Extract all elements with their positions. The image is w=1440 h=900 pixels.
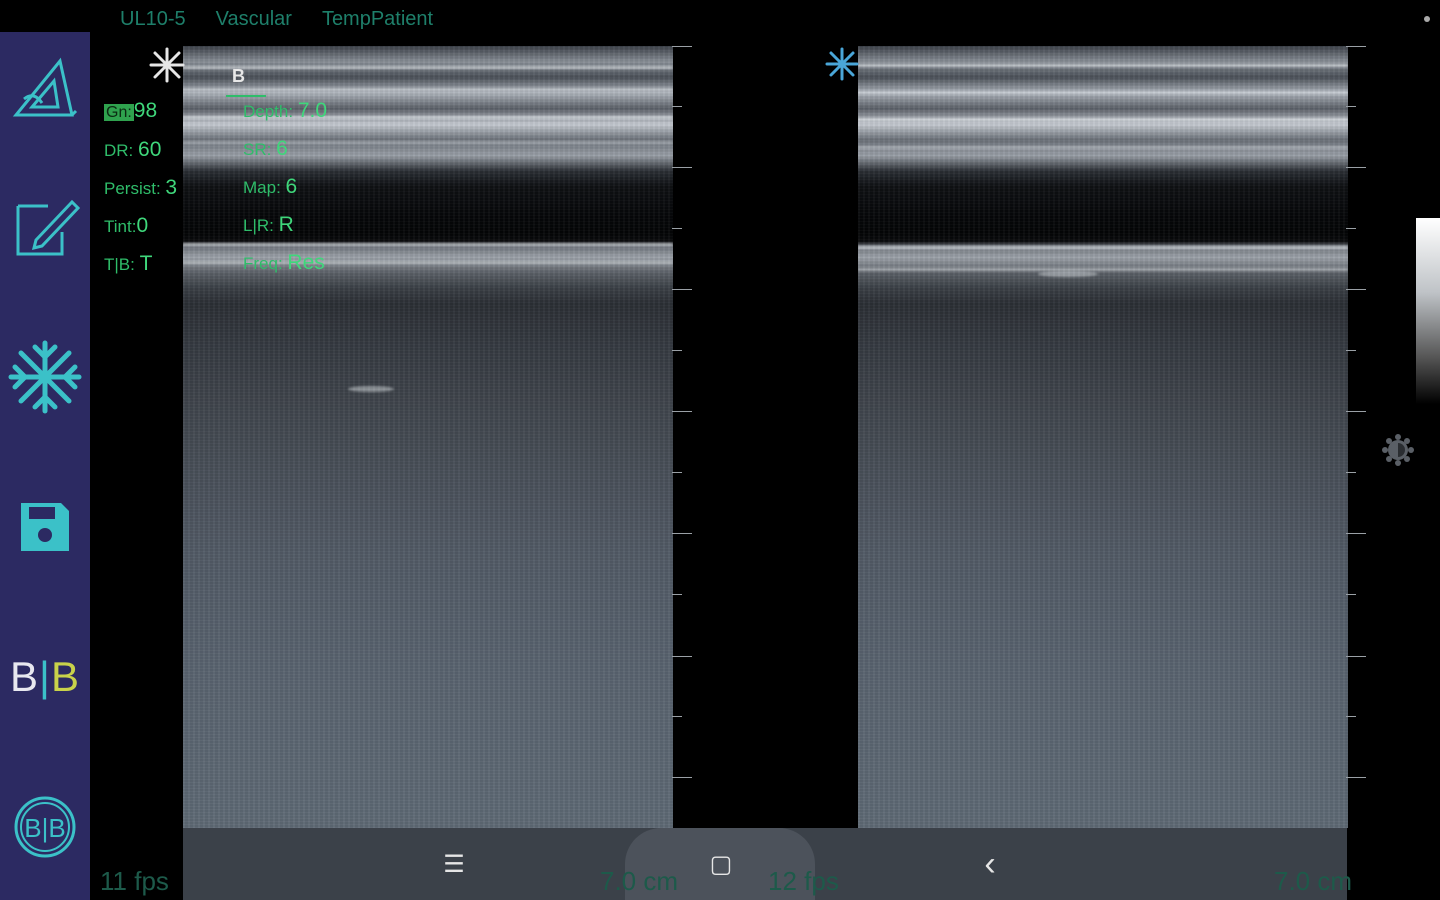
fps-left: 11 fps: [100, 866, 169, 896]
params-right: Depth: 7.0 SR: 6 Map: 6 L|R: R Freq: Res: [243, 92, 327, 282]
param-sr: SR: 6: [243, 137, 288, 160]
frozen-indicator-icon-right: [825, 47, 859, 81]
freeze-button[interactable]: [0, 322, 90, 432]
depth-readout-right: 7.0 cm: [1274, 866, 1353, 896]
recent-apps-button[interactable]: ☰: [436, 846, 472, 882]
depth-readout-left: 7.0 cm: [600, 866, 679, 896]
param-map: Map: 6: [243, 175, 298, 198]
edit-note-icon: [16, 199, 80, 256]
depth-scale-left: [672, 46, 694, 828]
back-button[interactable]: ‹: [972, 844, 1008, 884]
dual-b-label: B|B: [10, 653, 80, 700]
annotate-button[interactable]: [0, 172, 90, 282]
patient-label: TempPatient: [321, 8, 434, 30]
dual-b-circle-button[interactable]: B|B: [0, 772, 90, 882]
param-tb: T|B: T: [104, 252, 153, 275]
save-button[interactable]: [0, 472, 90, 582]
dual-b-circle-label: B|B: [24, 813, 65, 843]
status-dot: [1424, 16, 1430, 22]
mode-label: B: [232, 66, 245, 86]
param-tint: Tint:0: [104, 214, 149, 237]
params-left: Gn:98 DR: 60 Persist: 3 Tint:0 T|B: T: [104, 92, 177, 283]
probe-label: UL10-5: [120, 8, 186, 30]
measure-triangle-icon: [12, 57, 78, 117]
preset-label: Vascular: [215, 8, 292, 30]
dual-b-mode-button[interactable]: B|B: [0, 622, 90, 732]
param-dr: DR: 60: [104, 138, 162, 161]
grayscale-bar: [1416, 218, 1440, 404]
param-lr: L|R: R: [243, 213, 294, 236]
dual-b-circle-icon: B|B: [14, 796, 76, 858]
ultrasound-image-right[interactable]: [858, 46, 1348, 828]
frozen-indicator-icon-left: [149, 47, 185, 83]
measure-button[interactable]: [0, 32, 90, 142]
floppy-save-icon: [21, 503, 69, 551]
param-freq: Freq: Res: [243, 251, 325, 274]
brightness-icon[interactable]: [1382, 434, 1414, 466]
param-persist: Persist: 3: [104, 176, 178, 199]
header-bar: UL10-5 Vascular TempPatient: [120, 8, 433, 38]
fps-right: 12 fps: [768, 866, 839, 896]
snowflake-icon: [8, 340, 82, 414]
home-button[interactable]: ▢: [703, 846, 739, 882]
param-depth: Depth: 7.0: [243, 99, 328, 122]
sidebar: B|B B|B: [0, 32, 90, 900]
depth-scale-right: [1346, 46, 1368, 828]
param-gain: Gn:98: [104, 99, 158, 122]
